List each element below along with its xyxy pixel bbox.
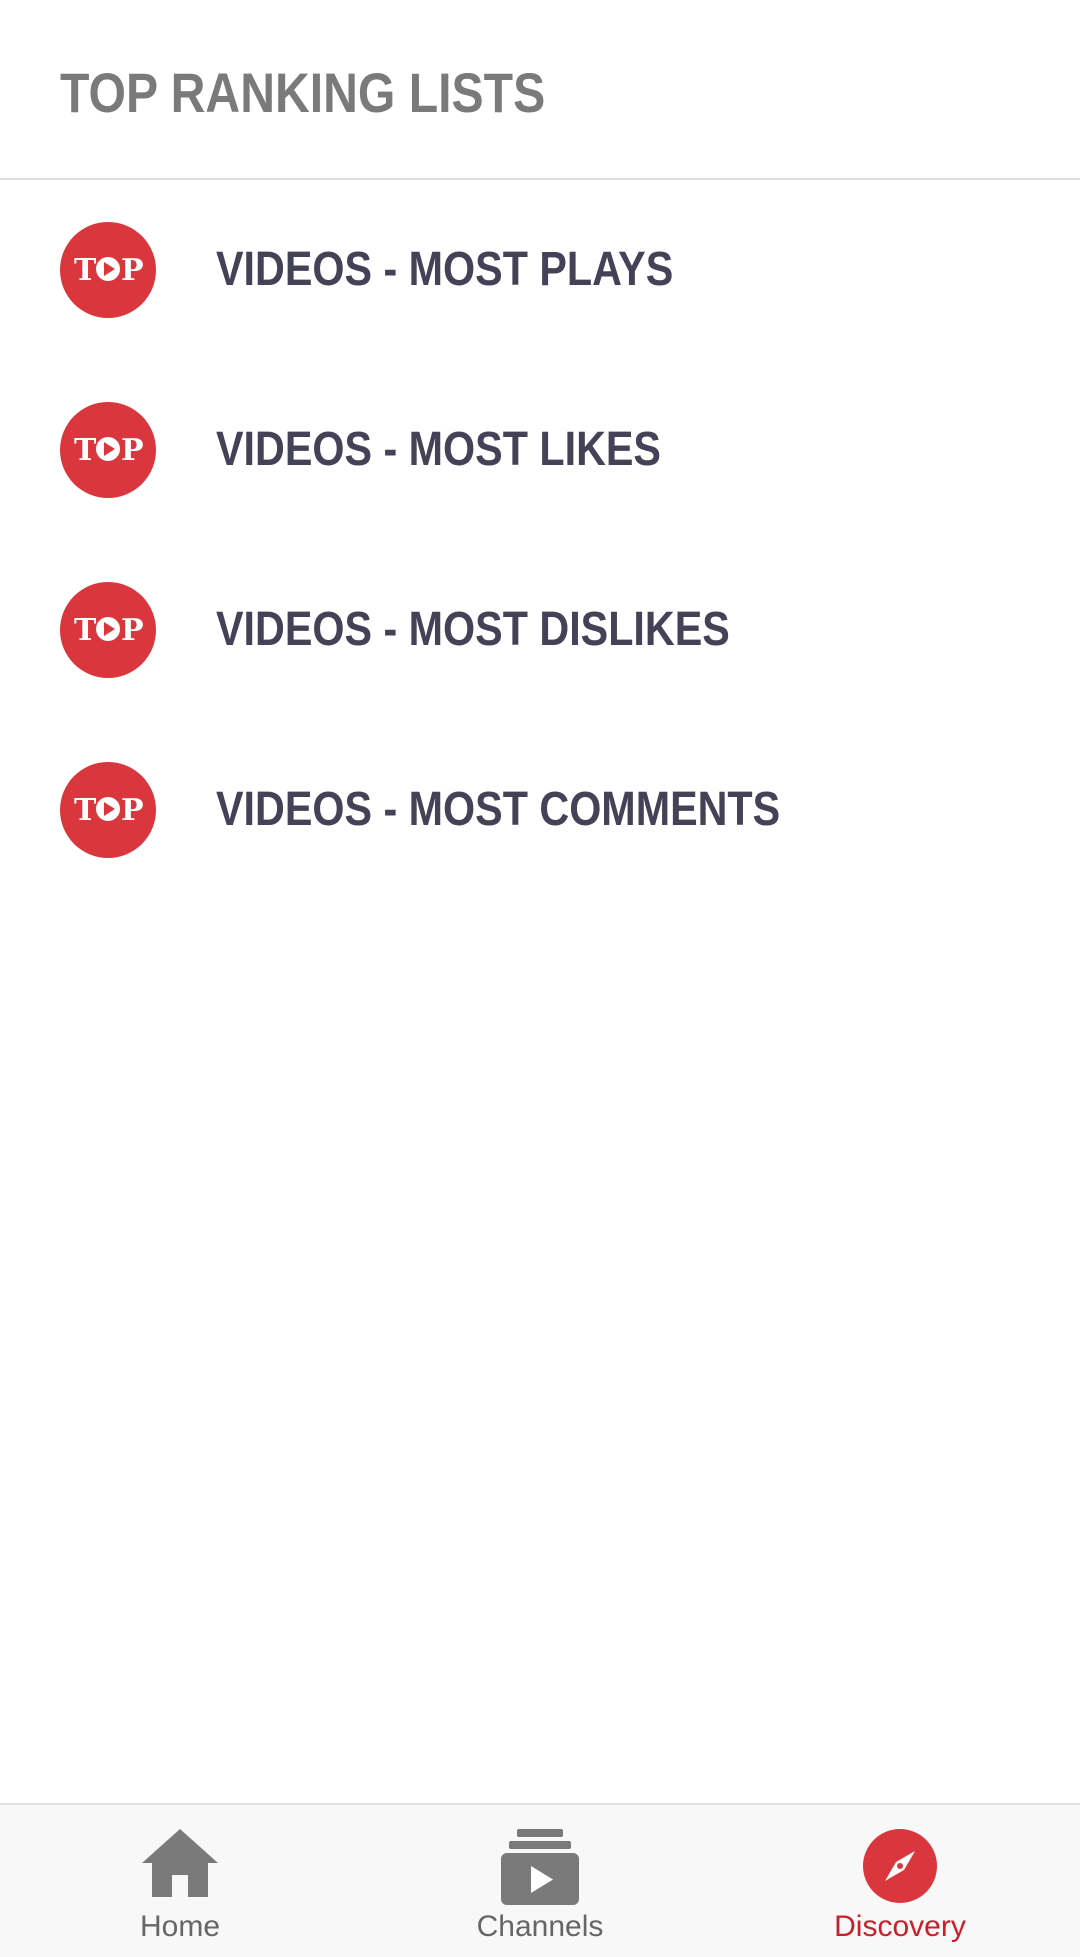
svg-text:T: T <box>74 433 97 468</box>
list-item-label: VIDEOS - MOST DISLIKES <box>216 603 730 656</box>
list-item-label: VIDEOS - MOST LIKES <box>216 423 661 476</box>
ranking-list: T P VIDEOS - MOST PLAYS T P VIDEOS - MOS… <box>0 180 1080 900</box>
channels-icon <box>501 1829 579 1910</box>
list-item-most-dislikes[interactable]: T P VIDEOS - MOST DISLIKES <box>0 540 1080 720</box>
svg-text:T: T <box>74 253 97 288</box>
svg-text:P: P <box>121 433 144 468</box>
home-icon <box>142 1829 218 1902</box>
nav-label: Home <box>139 1910 221 1943</box>
page-title: TOP RANKING LISTS <box>60 61 546 124</box>
compass-icon <box>863 1829 937 1908</box>
top-video-icon: T P <box>60 222 156 318</box>
svg-text:P: P <box>121 613 144 648</box>
top-video-icon: T P <box>60 402 156 498</box>
nav-discovery[interactable]: Discovery <box>720 1805 1080 1957</box>
top-video-icon: T P <box>60 582 156 678</box>
header: TOP RANKING LISTS <box>0 0 1080 180</box>
nav-home[interactable]: Home <box>0 1805 360 1957</box>
svg-text:T: T <box>74 613 97 648</box>
svg-text:T: T <box>74 793 97 828</box>
nav-channels[interactable]: Channels <box>360 1805 720 1957</box>
svg-text:P: P <box>121 793 144 828</box>
nav-label: Channels <box>476 1910 604 1943</box>
top-video-icon: T P <box>60 762 156 858</box>
list-item-label: VIDEOS - MOST PLAYS <box>216 243 674 296</box>
list-item-label: VIDEOS - MOST COMMENTS <box>216 783 781 836</box>
svg-text:P: P <box>121 253 144 288</box>
list-item-most-likes[interactable]: T P VIDEOS - MOST LIKES <box>0 360 1080 540</box>
bottom-nav: Home Channels Discovery <box>0 1803 1080 1957</box>
nav-label: Discovery <box>834 1910 966 1943</box>
list-item-most-comments[interactable]: T P VIDEOS - MOST COMMENTS <box>0 720 1080 900</box>
list-item-most-plays[interactable]: T P VIDEOS - MOST PLAYS <box>0 180 1080 360</box>
